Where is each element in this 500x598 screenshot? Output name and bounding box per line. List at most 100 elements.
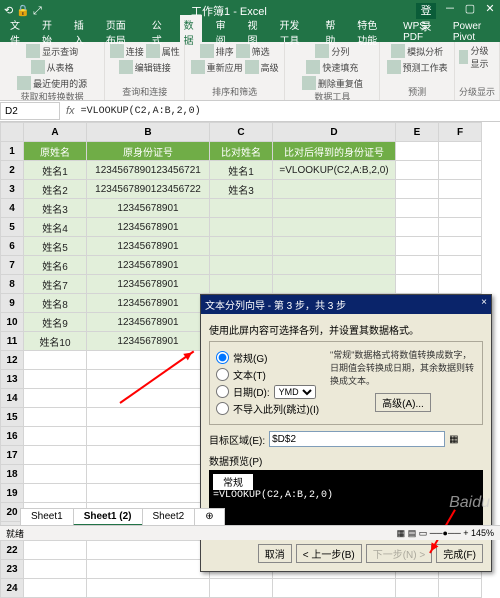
- row-header[interactable]: 8: [1, 275, 24, 294]
- cell[interactable]: 姓名1: [24, 161, 87, 180]
- row-header[interactable]: 14: [1, 389, 24, 408]
- range-picker-icon[interactable]: ▦: [449, 434, 458, 445]
- sheet-tab[interactable]: Sheet1 (2): [73, 508, 143, 526]
- row-header[interactable]: 2: [1, 161, 24, 180]
- cell[interactable]: [439, 275, 482, 294]
- cell[interactable]: 原姓名: [24, 142, 87, 161]
- cell[interactable]: [396, 180, 439, 199]
- dialog-title-bar[interactable]: 文本分列向导 - 第 3 步，共 3 步 ×: [201, 295, 491, 314]
- cell[interactable]: [396, 142, 439, 161]
- row-header[interactable]: 6: [1, 237, 24, 256]
- sheet-tab[interactable]: Sheet2: [142, 508, 196, 526]
- name-box[interactable]: D2: [0, 102, 60, 120]
- cell[interactable]: [210, 218, 273, 237]
- format-radio[interactable]: 文本(T): [216, 367, 326, 382]
- cell[interactable]: 姓名8: [24, 294, 87, 313]
- cell[interactable]: [24, 427, 87, 446]
- cell[interactable]: [87, 465, 210, 484]
- formula-bar[interactable]: =VLOOKUP(C2,A:B,2,0): [81, 106, 500, 117]
- ribbon-cmd[interactable]: 连接: [126, 45, 144, 58]
- cell[interactable]: [24, 351, 87, 370]
- dialog-close-icon[interactable]: ×: [481, 297, 487, 312]
- cell[interactable]: [87, 389, 210, 408]
- format-radio[interactable]: 常规(G): [216, 350, 326, 365]
- row-header[interactable]: 1: [1, 142, 24, 161]
- target-range-input[interactable]: [269, 431, 445, 447]
- cell[interactable]: 1234567890123456721: [87, 161, 210, 180]
- cell[interactable]: [87, 579, 210, 598]
- ribbon-cmd[interactable]: 排序: [216, 45, 234, 58]
- cell[interactable]: 1234567890123456722: [87, 180, 210, 199]
- cell[interactable]: 12345678901: [87, 332, 210, 351]
- row-header[interactable]: 13: [1, 370, 24, 389]
- cell[interactable]: [439, 180, 482, 199]
- cell[interactable]: [396, 256, 439, 275]
- close-icon[interactable]: ✕: [484, 3, 496, 15]
- fx-icon[interactable]: fx: [60, 105, 81, 117]
- back-button[interactable]: < 上一步(B): [296, 544, 362, 563]
- cell[interactable]: [87, 541, 210, 560]
- cell[interactable]: [210, 199, 273, 218]
- cell[interactable]: [439, 237, 482, 256]
- cell[interactable]: =VLOOKUP(C2,A:B,2,0): [273, 161, 396, 180]
- radio-input[interactable]: [216, 368, 229, 381]
- format-radio[interactable]: 日期(D):YMD: [216, 384, 326, 399]
- col-header[interactable]: E: [396, 123, 439, 142]
- row-header[interactable]: 23: [1, 560, 24, 579]
- cell[interactable]: [439, 161, 482, 180]
- col-header[interactable]: D: [273, 123, 396, 142]
- cell[interactable]: [273, 180, 396, 199]
- cell[interactable]: 姓名9: [24, 313, 87, 332]
- cell[interactable]: [439, 218, 482, 237]
- ribbon-cmd[interactable]: 编辑链接: [135, 61, 171, 74]
- ribbon-cmd[interactable]: 从表格: [47, 61, 74, 74]
- cell[interactable]: [439, 142, 482, 161]
- cell[interactable]: 比对姓名: [210, 142, 273, 161]
- row-header[interactable]: 22: [1, 541, 24, 560]
- cell[interactable]: 12345678901: [87, 256, 210, 275]
- cell[interactable]: [24, 484, 87, 503]
- ribbon-cmd[interactable]: 预测工作表: [403, 61, 448, 74]
- col-header[interactable]: F: [439, 123, 482, 142]
- advanced-button[interactable]: 高级(A)...: [375, 393, 431, 412]
- add-sheet-button[interactable]: ⊕: [194, 508, 224, 526]
- ribbon-cmd[interactable]: 分列: [331, 45, 349, 58]
- col-header[interactable]: A: [24, 123, 87, 142]
- cell[interactable]: [87, 427, 210, 446]
- cell[interactable]: [210, 579, 273, 598]
- ribbon-cmd[interactable]: 分级显示: [470, 44, 495, 70]
- cell[interactable]: 比对后得到的身份证号: [273, 142, 396, 161]
- cell[interactable]: [24, 541, 87, 560]
- cell[interactable]: [24, 579, 87, 598]
- cell[interactable]: [273, 199, 396, 218]
- cell[interactable]: 姓名7: [24, 275, 87, 294]
- row-header[interactable]: 4: [1, 199, 24, 218]
- ribbon-cmd[interactable]: 快速填充: [322, 61, 358, 74]
- cell[interactable]: 12345678901: [87, 218, 210, 237]
- row-header[interactable]: 17: [1, 446, 24, 465]
- cell[interactable]: [87, 408, 210, 427]
- cell[interactable]: [210, 275, 273, 294]
- cell[interactable]: [439, 256, 482, 275]
- cell[interactable]: 姓名3: [210, 180, 273, 199]
- sheet-tab[interactable]: Sheet1: [20, 508, 74, 526]
- cell[interactable]: 12345678901: [87, 275, 210, 294]
- radio-input[interactable]: [216, 351, 229, 364]
- format-radio[interactable]: 不导入此列(跳过)(I): [216, 401, 326, 416]
- date-format-select[interactable]: YMD: [274, 385, 316, 399]
- cell[interactable]: [87, 484, 210, 503]
- zoom-level[interactable]: 145%: [471, 528, 494, 538]
- ribbon-cmd[interactable]: 删除重复值: [318, 77, 363, 90]
- cell[interactable]: 12345678901: [87, 313, 210, 332]
- row-header[interactable]: 9: [1, 294, 24, 313]
- cell[interactable]: 12345678901: [87, 237, 210, 256]
- cell[interactable]: [439, 579, 482, 598]
- cell[interactable]: [24, 389, 87, 408]
- ribbon-cmd[interactable]: 最近使用的源: [33, 77, 87, 90]
- cell[interactable]: [273, 256, 396, 275]
- cell[interactable]: [273, 579, 396, 598]
- cell[interactable]: [273, 275, 396, 294]
- cell[interactable]: [87, 351, 210, 370]
- cell[interactable]: [439, 199, 482, 218]
- row-header[interactable]: 3: [1, 180, 24, 199]
